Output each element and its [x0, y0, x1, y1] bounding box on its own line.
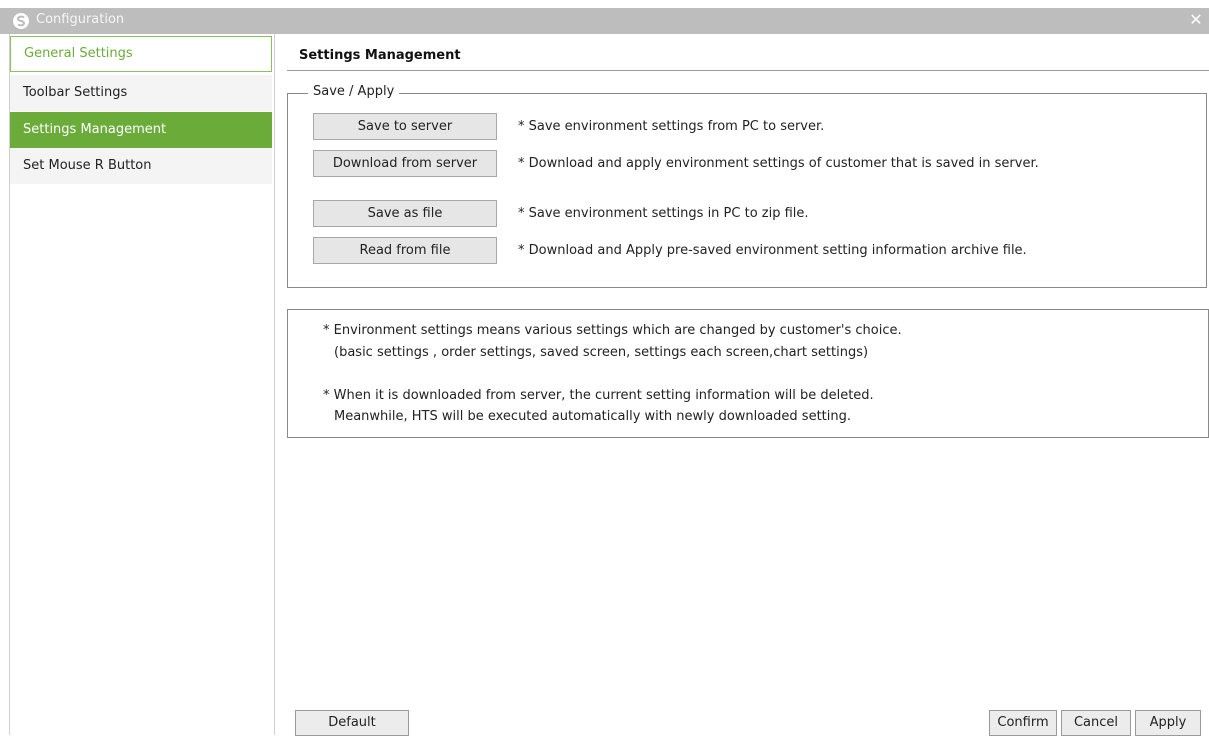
sidebar-item-settings-management[interactable]: Settings Management [10, 112, 272, 148]
save-as-file-button[interactable]: Save as file [313, 200, 497, 227]
app-logo-icon [13, 13, 29, 29]
apply-button[interactable]: Apply [1135, 710, 1201, 736]
cancel-button[interactable]: Cancel [1061, 710, 1131, 736]
page-title: Settings Management [299, 48, 461, 63]
default-button[interactable]: Default [295, 710, 409, 736]
save-to-server-button[interactable]: Save to server [313, 113, 497, 140]
group-legend: Save / Apply [308, 84, 400, 99]
sidebar-item-label: Set Mouse R Button [23, 158, 152, 173]
window-title: Configuration [36, 12, 125, 27]
save-as-file-description: * Save environment settings in PC to zip… [518, 206, 809, 221]
sidebar-item-toolbar-settings[interactable]: Toolbar Settings [10, 75, 272, 111]
title-bar[interactable]: Configuration ✕ [0, 8, 1209, 34]
note-line-2: (basic settings , order settings, saved … [334, 345, 869, 360]
read-from-file-button[interactable]: Read from file [313, 237, 497, 264]
note-line-4: Meanwhile, HTS will be executed automati… [334, 409, 852, 424]
download-from-server-description: * Download and apply environment setting… [518, 156, 1039, 171]
note-line-1: * Environment settings means various set… [323, 323, 902, 338]
main-panel: Settings Management Save / Apply Save to… [287, 34, 1209, 736]
sidebar-item-label: Settings Management [23, 122, 167, 137]
sidebar-item-set-mouse-r-button[interactable]: Set Mouse R Button [10, 148, 272, 184]
save-to-server-description: * Save environment settings from PC to s… [518, 119, 825, 134]
save-apply-group: Save / Apply Save to server * Save envir… [287, 84, 1207, 288]
sidebar-item-label: Toolbar Settings [23, 85, 128, 100]
settings-sidebar: General Settings Toolbar Settings Settin… [9, 34, 275, 735]
configuration-window: Configuration ✕ General Settings Toolbar… [0, 0, 1209, 736]
sidebar-item-general-settings[interactable]: General Settings [10, 36, 272, 72]
close-icon[interactable]: ✕ [1187, 11, 1205, 29]
download-from-server-button[interactable]: Download from server [313, 150, 497, 177]
read-from-file-description: * Download and Apply pre-saved environme… [518, 243, 1027, 258]
title-divider [287, 70, 1209, 71]
note-line-3: * When it is downloaded from server, the… [323, 388, 874, 403]
confirm-button[interactable]: Confirm [989, 710, 1057, 736]
notes-box: * Environment settings means various set… [287, 309, 1209, 438]
sidebar-item-label: General Settings [24, 46, 133, 61]
